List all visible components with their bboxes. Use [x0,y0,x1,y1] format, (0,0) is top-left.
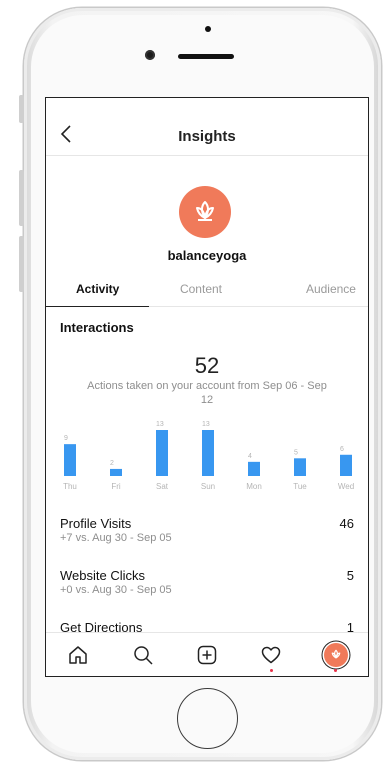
notification-dot [269,669,273,672]
app-screen: Insights balanceyoga Activity Content Au… [45,97,369,677]
metric-sub: +0 vs. Aug 30 - Sep 05 [60,584,172,596]
bar-value-label: 5 [294,449,298,456]
avatar[interactable] [179,186,231,238]
bar-mon [248,461,260,476]
nav-profile[interactable] [304,633,368,676]
bar-value-label: 2 [110,460,114,467]
category-label: Fri [111,482,121,491]
home-icon [69,645,87,664]
lotus-logo-icon [331,649,341,658]
metric-label: Profile Visits [60,516,132,531]
interactions-total: 52 [194,353,220,378]
volume-down-button [19,236,24,292]
metric-value: 46 [339,516,354,531]
page-title: Insights [178,128,236,145]
interactions-subtitle: Actions taken on your account from Sep 0… [87,380,327,406]
insights-tabs: Activity Content Audience [46,277,368,307]
nav-add[interactable] [175,633,239,676]
category-label: Sat [156,482,169,491]
bar-tue [294,458,306,476]
section-title: Interactions [60,320,134,335]
category-label: Tue [293,482,307,491]
bar-sun [202,430,214,476]
metric-website-clicks[interactable]: Website Clicks +0 vs. Aug 30 - Sep 05 5 [60,568,354,596]
front-camera [145,50,155,60]
nav-home[interactable] [46,633,110,676]
bar-wed [340,454,352,476]
notification-dot [334,669,338,672]
profile-username: balanceyoga [167,248,247,263]
category-label: Mon [246,482,262,491]
mute-switch [19,95,24,123]
nav-search[interactable] [110,633,174,676]
bar-value-label: 13 [202,421,210,428]
volume-up-button [19,170,24,226]
profile-icon [323,642,348,667]
metric-sub: +7 vs. Aug 30 - Sep 05 [60,532,172,544]
bar-value-label: 4 [248,453,252,460]
category-label: Thu [63,482,77,491]
tab-audience[interactable]: Audience [253,277,368,306]
search-icon [133,645,153,665]
metric-label: Website Clicks [60,568,146,583]
tab-content[interactable]: Content [149,277,252,306]
bar-value-label: 13 [156,421,164,428]
tab-activity[interactable]: Activity [46,277,150,307]
nav-activity[interactable] [239,633,303,676]
proximity-sensor [205,26,211,32]
category-label: Sun [201,482,215,491]
interactions-bar-chart: 9 Thu 2 Fri 13 Sat 13 Sun 4 Mon 5 Tue 6 Wed [63,421,354,491]
bar-thu [64,444,76,476]
bar-value-label: 6 [340,446,344,453]
add-icon [197,645,217,664]
home-button[interactable] [177,688,238,749]
heart-icon [262,646,281,663]
bar-sat [156,430,168,476]
metric-profile-visits[interactable]: Profile Visits +7 vs. Aug 30 - Sep 05 46 [60,516,354,544]
bar-value-label: 9 [64,435,68,442]
lotus-logo-icon [196,201,214,221]
top-bar: Insights [46,98,368,156]
metric-value: 5 [346,568,354,583]
bottom-nav [46,632,368,676]
earpiece-speaker [178,54,234,59]
category-label: Wed [338,482,354,491]
bar-fri [110,468,122,476]
